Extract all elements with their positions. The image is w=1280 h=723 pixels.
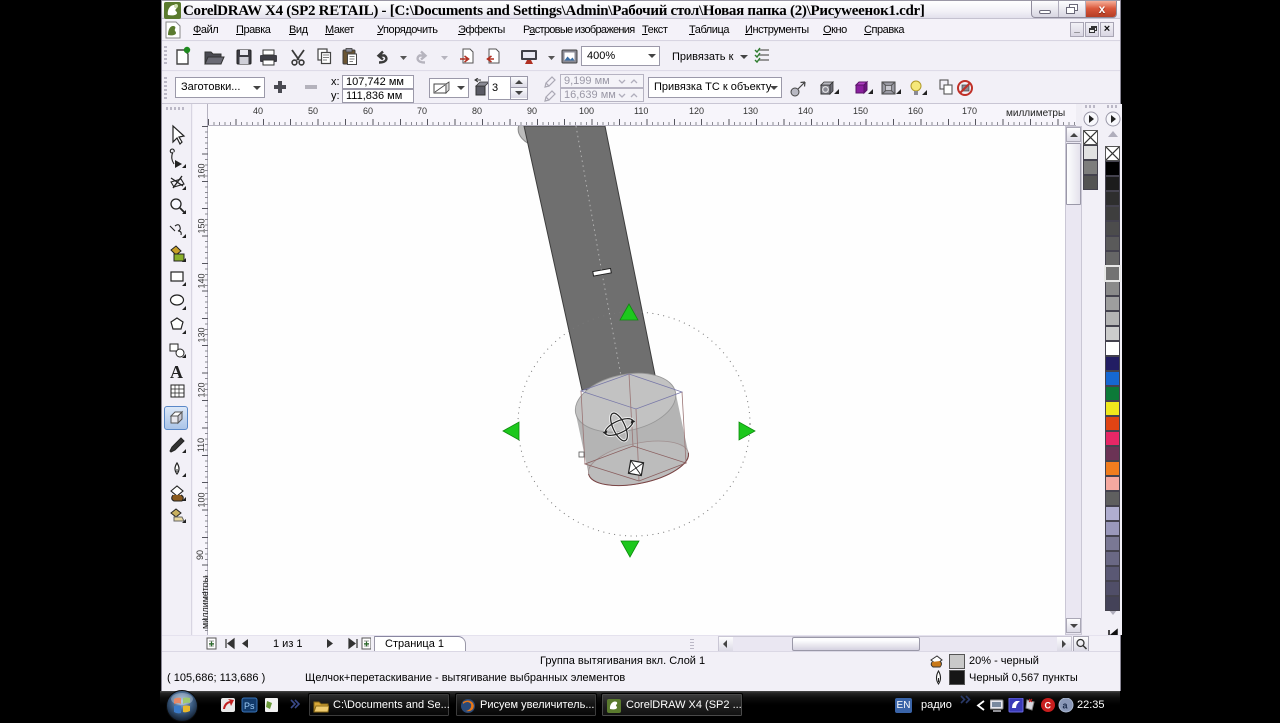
svg-text:A: A [170,362,183,382]
svg-text:Ps: Ps [244,701,255,711]
svg-text:C: C [1045,701,1052,711]
